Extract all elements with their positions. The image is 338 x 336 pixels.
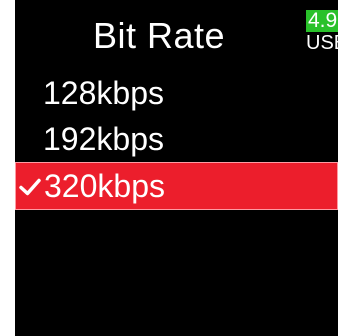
option-320kbps[interactable]: 320kbps: [15, 162, 338, 210]
option-label: 128kbps: [43, 75, 164, 111]
power-source-label: USB: [306, 32, 338, 54]
option-192kbps[interactable]: 192kbps: [15, 116, 338, 162]
option-128kbps[interactable]: 128kbps: [15, 70, 338, 116]
device-screen: Bit Rate 4.9 USB 128kbps 192kbps 320kbps: [15, 0, 338, 336]
option-label: 192kbps: [43, 121, 164, 157]
battery-level: 4.9: [306, 9, 338, 32]
battery-indicator: 4.9 USB: [300, 10, 338, 56]
check-icon: [19, 178, 41, 196]
screen-header: Bit Rate 4.9 USB: [15, 0, 338, 70]
bit-rate-options: 128kbps 192kbps 320kbps: [15, 70, 338, 210]
option-label: 320kbps: [44, 168, 165, 204]
page-title: Bit Rate: [93, 15, 226, 56]
